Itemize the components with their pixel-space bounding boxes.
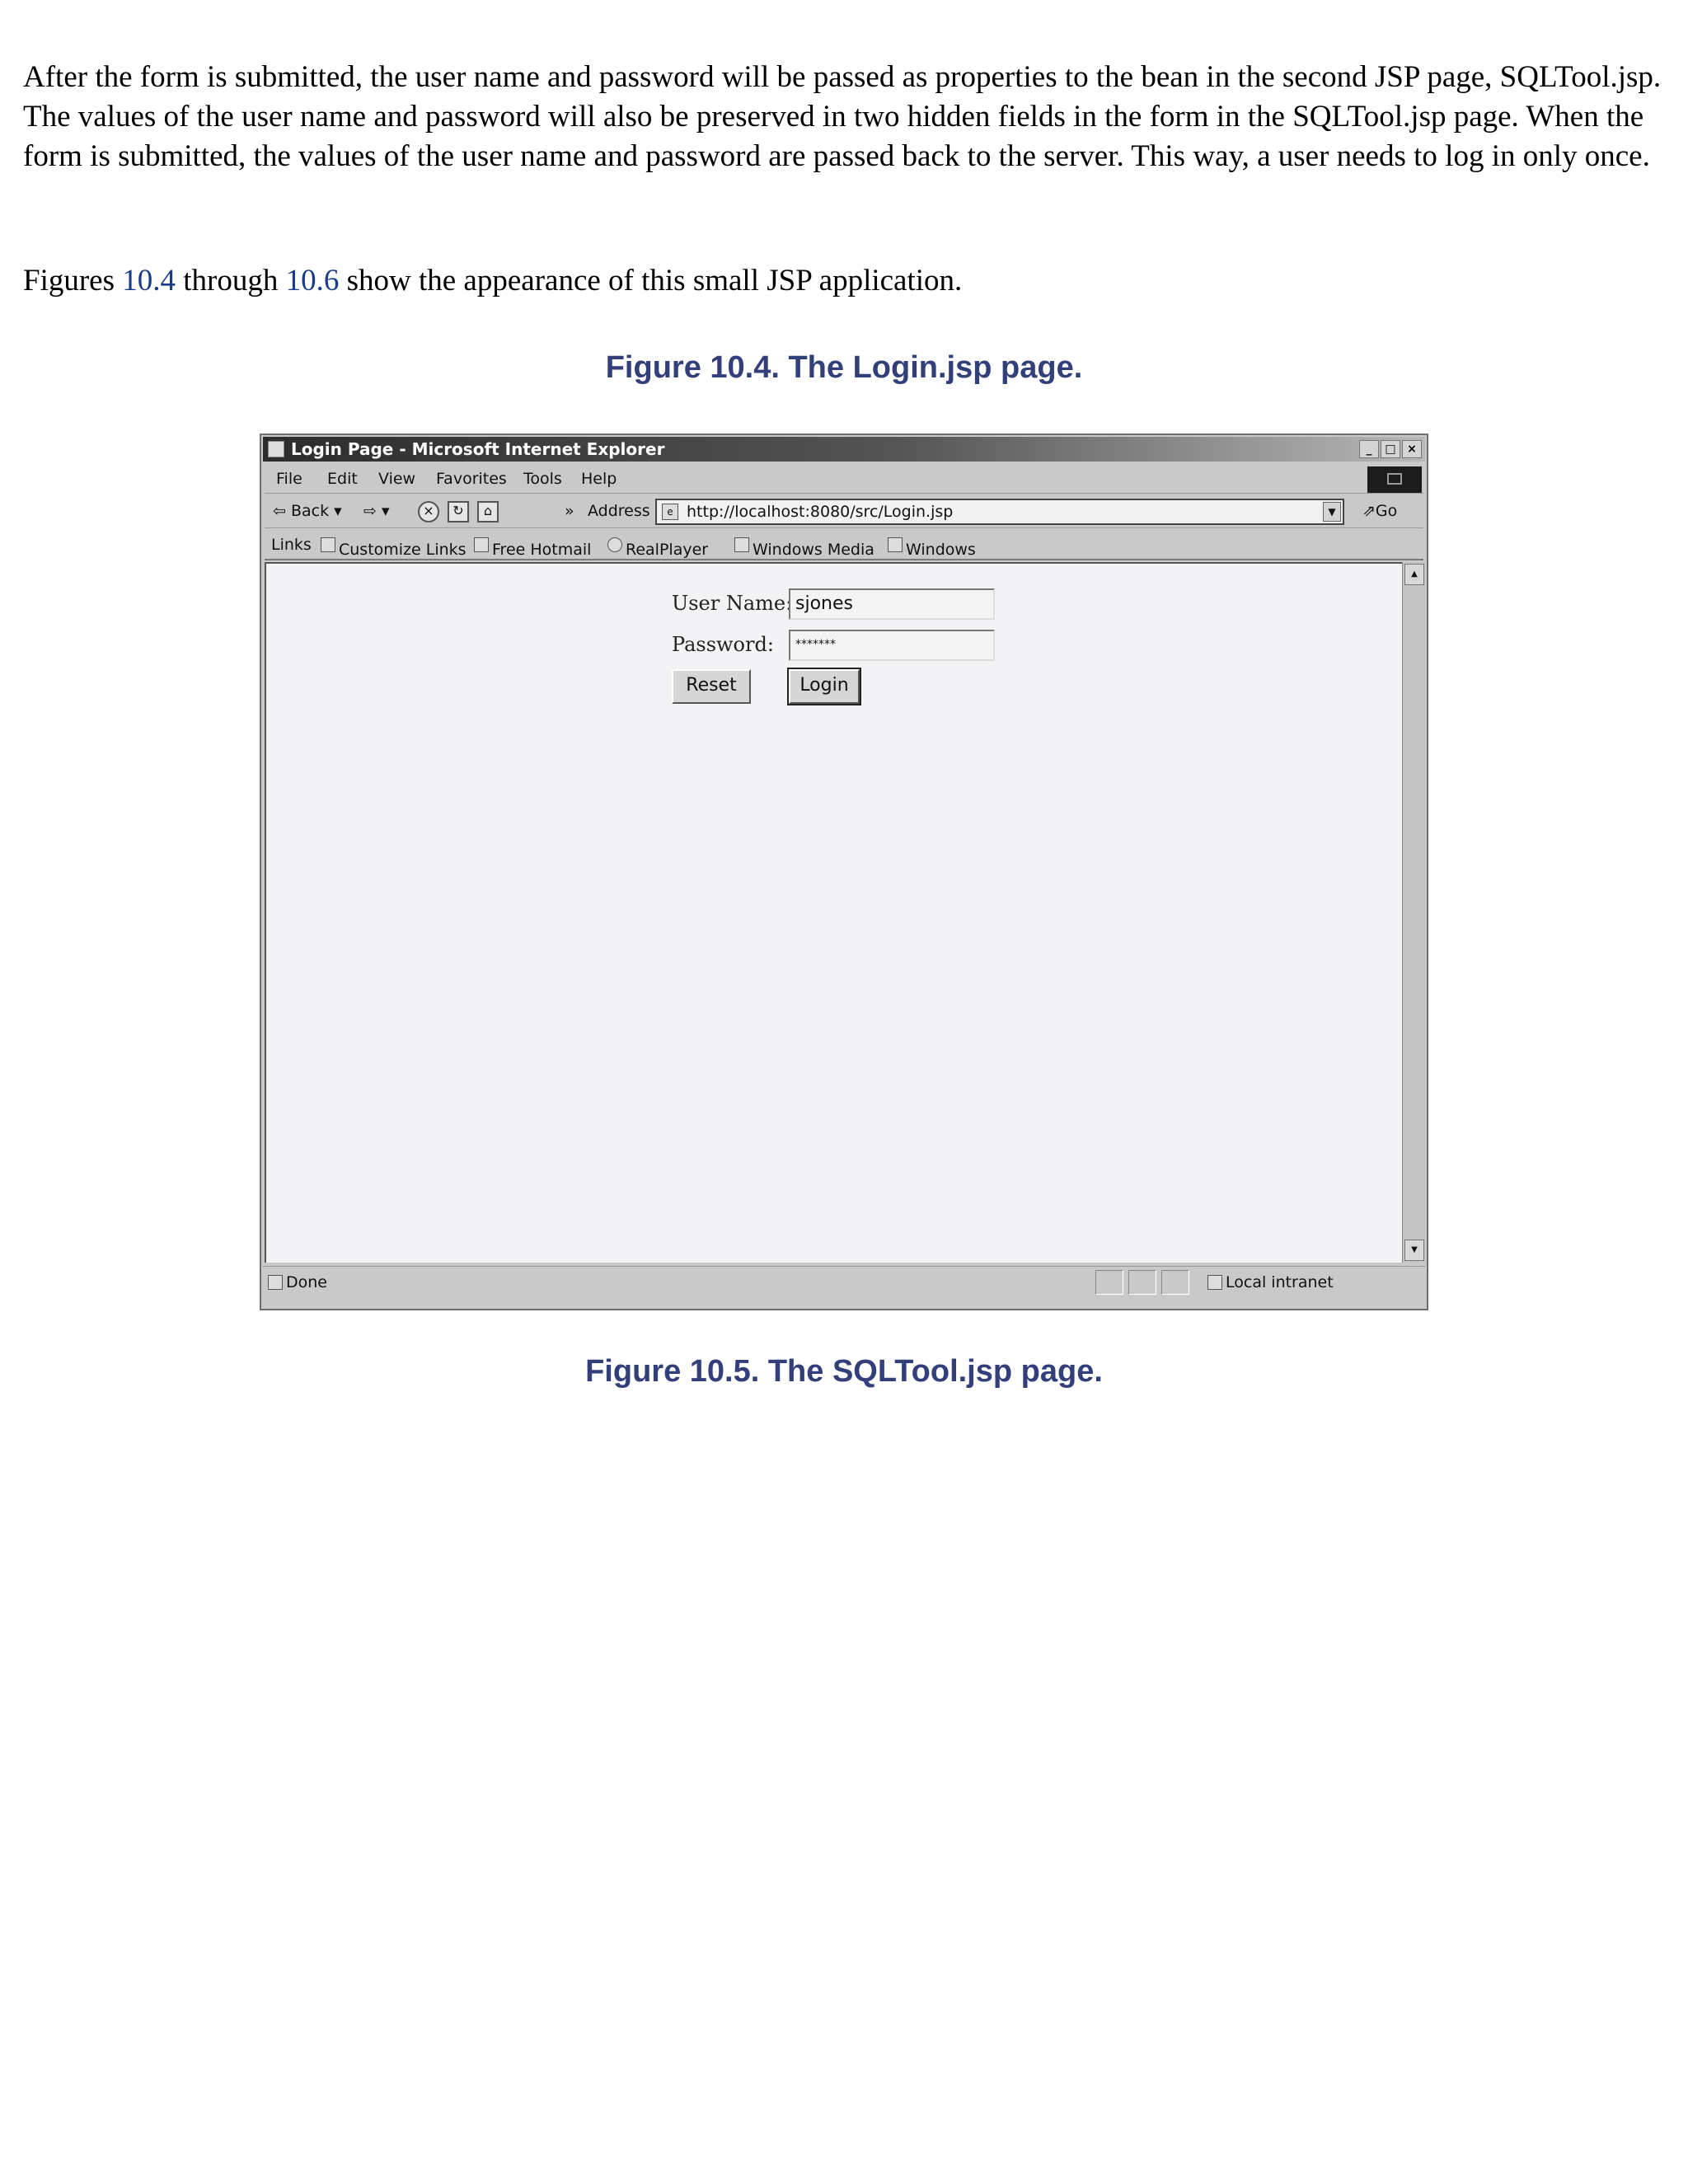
link-label: Customize Links — [339, 541, 467, 559]
address-label: Address — [588, 502, 650, 520]
menu-favorites[interactable]: Favorites — [436, 470, 507, 488]
vertical-scrollbar[interactable]: ▲ ▼ — [1402, 562, 1425, 1263]
figure-10-6-link[interactable]: 10.6 — [286, 264, 340, 298]
refresh-icon[interactable]: ↻ — [448, 501, 469, 523]
status-cell — [1128, 1270, 1156, 1295]
chevron-down-icon[interactable]: ▼ — [1323, 502, 1341, 522]
link-windows-media[interactable]: Windows Media — [734, 536, 874, 559]
window-controls: _ □ × — [1359, 440, 1422, 458]
menu-view[interactable]: View — [378, 470, 415, 488]
status-label: Done — [286, 1273, 327, 1291]
ie-status-icon — [268, 1275, 283, 1290]
address-bar[interactable]: e http://localhost:8080/src/Login.jsp ▼ — [655, 499, 1344, 525]
link-realplayer[interactable]: RealPlayer — [607, 536, 708, 559]
back-button[interactable]: ⇦ Back ▾ — [273, 502, 342, 520]
menu-edit[interactable]: Edit — [327, 470, 358, 488]
text-segment: show the appearance of this small JSP ap… — [339, 264, 963, 298]
login-button[interactable]: Login — [787, 668, 861, 705]
forward-button[interactable]: ⇨ ▾ — [363, 502, 390, 520]
stop-icon[interactable]: × — [418, 501, 439, 523]
status-cell — [1161, 1270, 1189, 1295]
figure-10-4-link[interactable]: 10.4 — [122, 264, 176, 298]
password-label: Password: — [672, 633, 774, 656]
address-url[interactable]: http://localhost:8080/src/Login.jsp — [687, 503, 953, 521]
go-arrow-icon: ⇗ — [1362, 502, 1376, 520]
status-cell — [1095, 1270, 1123, 1295]
page-icon: e — [662, 504, 678, 520]
toolbar-more-chevron[interactable]: » — [565, 502, 574, 520]
forward-arrow-icon: ⇨ — [363, 502, 377, 520]
figure-10-5-caption: Figure 10.5. The SQLTool.jsp page. — [585, 1354, 1103, 1389]
status-bar: Done Local intranet — [263, 1266, 1425, 1300]
title-bar: Login Page - Microsoft Internet Explorer… — [263, 437, 1425, 462]
figures-reference-paragraph: Figures 10.4 through 10.6 show the appea… — [23, 261, 1672, 301]
page-content-area: User Name: sjones Password: ******* Rese… — [265, 562, 1402, 1263]
go-label: Go — [1375, 502, 1398, 520]
text-segment: Figures — [23, 264, 123, 298]
password-field[interactable]: ******* — [789, 630, 995, 661]
status-text: Done — [268, 1273, 327, 1291]
back-arrow-icon: ⇦ — [273, 502, 286, 520]
intranet-zone-icon — [1207, 1275, 1222, 1290]
intro-paragraph: After the form is submitted, the user na… — [23, 60, 1662, 173]
windows-logo-icon — [1367, 466, 1422, 493]
zone-label: Local intranet — [1226, 1273, 1334, 1291]
minimize-button[interactable]: _ — [1359, 440, 1379, 458]
ie-link-icon — [474, 537, 489, 552]
home-icon[interactable]: ⌂ — [477, 501, 499, 523]
scroll-down-icon[interactable]: ▼ — [1404, 1240, 1424, 1261]
menu-help[interactable]: Help — [581, 470, 617, 488]
close-button[interactable]: × — [1402, 440, 1422, 458]
ie-link-icon — [321, 537, 335, 552]
security-zone: Local intranet — [1207, 1273, 1334, 1291]
username-field[interactable]: sjones — [789, 588, 995, 620]
reset-button[interactable]: Reset — [672, 669, 751, 704]
link-free-hotmail[interactable]: Free Hotmail — [474, 536, 591, 559]
window-title: Login Page - Microsoft Internet Explorer — [291, 439, 665, 459]
menu-bar: File Edit View Favorites Tools Help — [265, 465, 1423, 494]
link-label: Windows Media — [753, 541, 874, 559]
ie-page-icon — [268, 441, 284, 457]
maximize-button[interactable]: □ — [1381, 440, 1400, 458]
link-label: Free Hotmail — [492, 541, 592, 559]
go-button[interactable]: ⇗Go — [1362, 502, 1397, 520]
link-label: Windows — [906, 541, 976, 559]
username-label: User Name: — [672, 592, 793, 615]
ie-link-icon — [734, 537, 749, 552]
menu-file[interactable]: File — [276, 470, 302, 488]
menu-tools[interactable]: Tools — [523, 470, 562, 488]
realplayer-icon — [607, 537, 622, 552]
link-label: RealPlayer — [626, 541, 709, 559]
scroll-up-icon[interactable]: ▲ — [1404, 564, 1424, 585]
ie-link-icon — [888, 537, 903, 552]
links-label: Links — [271, 536, 312, 554]
text-segment: through — [176, 264, 286, 298]
back-label: Back — [290, 502, 330, 520]
standard-toolbar: ⇦ Back ▾ ⇨ ▾ × ↻ ⌂ » Address e http://lo… — [265, 496, 1423, 528]
figure-10-4-caption: Figure 10.4. The Login.jsp page. — [605, 350, 1083, 385]
browser-window-screenshot: Login Page - Microsoft Internet Explorer… — [260, 434, 1428, 1310]
link-windows[interactable]: Windows — [888, 536, 976, 559]
links-bar: Links Customize Links Free Hotmail RealP… — [265, 531, 1423, 560]
link-customize-links[interactable]: Customize Links — [321, 536, 467, 559]
